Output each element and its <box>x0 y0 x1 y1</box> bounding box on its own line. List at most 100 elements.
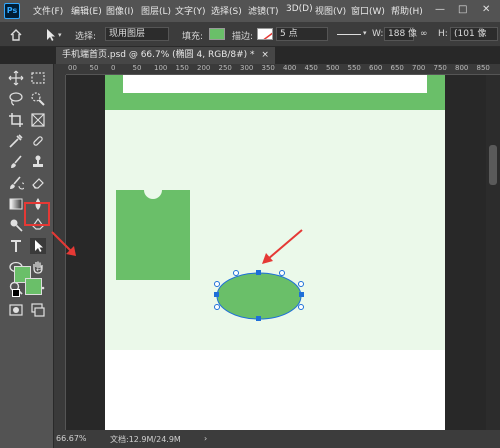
options-bar: ▾ 选择: 现用图层 填充: 描边: 5 点 ▾ W: 188 像 ∞ H: (… <box>0 22 500 47</box>
menu-3d[interactable]: 3D(D) <box>286 4 313 14</box>
quick-mask-icon[interactable] <box>8 302 24 318</box>
ruler-tick-label: 200 <box>197 64 211 72</box>
home-icon[interactable] <box>8 27 24 43</box>
menu-view[interactable]: 视图(V) <box>315 4 346 17</box>
anchor-point-bottom[interactable] <box>256 316 261 321</box>
background-color-swatch[interactable] <box>25 278 42 295</box>
handle-left-bottom[interactable] <box>214 304 220 310</box>
blur-tool-icon[interactable] <box>30 196 46 212</box>
swap-colors-icon[interactable]: ⇄ <box>36 264 43 273</box>
anchor-point-top[interactable] <box>256 270 261 275</box>
horizontal-ruler: 00 50 0 50 100 150 200 250 300 350 400 450 500 550 600… <box>66 64 500 75</box>
ruler-tick-label: 100 <box>154 64 168 72</box>
link-icon[interactable]: ∞ <box>420 29 428 39</box>
stroke-width-field[interactable]: 5 点 <box>276 27 328 41</box>
move-tool-icon[interactable] <box>8 70 24 86</box>
default-colors-icon[interactable] <box>12 289 20 297</box>
path-selection-tool-icon[interactable] <box>30 238 46 254</box>
ruler-tick-label: 400 <box>283 64 297 72</box>
select-label: 选择: <box>75 32 97 42</box>
history-brush-tool-icon[interactable] <box>8 175 24 191</box>
menu-window[interactable]: 窗口(W) <box>351 4 385 17</box>
ruler-tick-label: 350 <box>261 64 275 72</box>
scrollbar-thumb[interactable] <box>489 145 497 185</box>
marquee-tool-icon[interactable] <box>30 70 46 86</box>
brush-tool-icon[interactable] <box>8 154 24 170</box>
menu-help[interactable]: 帮助(H) <box>391 4 423 17</box>
crop-tool-icon[interactable] <box>8 112 24 128</box>
anchor-point-left[interactable] <box>214 292 219 297</box>
vertical-scrollbar[interactable] <box>486 75 500 430</box>
gradient-tool-icon[interactable] <box>8 196 24 212</box>
dodge-tool-icon[interactable] <box>8 217 24 233</box>
canvas-workspace[interactable] <box>66 75 486 430</box>
anchor-point-right[interactable] <box>299 292 304 297</box>
menu-layer[interactable]: 图层(L) <box>141 4 171 17</box>
document-tab-bar: 手机端首页.psd @ 66.7% (椭圆 4, RGB/8#) * × <box>54 47 500 64</box>
quick-select-tool-icon[interactable] <box>30 91 46 107</box>
ruler-tick-label: 600 <box>369 64 383 72</box>
ruler-tick-label: 500 <box>326 64 340 72</box>
screen-mode-icon[interactable] <box>30 302 46 318</box>
status-bar: 66.67% 文档:12.9M/24.9M › <box>54 430 500 448</box>
height-label: H: <box>438 29 448 39</box>
vertical-ruler <box>54 75 66 430</box>
ruler-tick-label: 650 <box>390 64 404 72</box>
handle-top-right[interactable] <box>279 270 285 276</box>
zoom-level[interactable]: 66.67% <box>56 434 87 443</box>
handle-left-top[interactable] <box>214 281 220 287</box>
eraser-tool-icon[interactable] <box>30 175 46 191</box>
stroke-color-swatch[interactable] <box>257 28 273 40</box>
pen-tool-icon[interactable] <box>30 217 46 233</box>
type-tool-icon[interactable] <box>8 238 24 254</box>
width-field[interactable]: 188 像 <box>384 27 417 41</box>
photoshop-window: Ps 文件(F) 编辑(E) 图像(I) 图层(L) 文字(Y) 选择(S) 滤… <box>0 0 500 448</box>
document-tab-title: 手机端首页.psd @ 66.7% (椭圆 4, RGB/8#) * <box>62 50 255 60</box>
menu-type[interactable]: 文字(Y) <box>175 4 206 17</box>
selected-ellipse[interactable] <box>216 272 302 320</box>
ruler-tick-label: 800 <box>455 64 469 72</box>
fill-label: 填充: <box>182 32 204 42</box>
menu-edit[interactable]: 编辑(E) <box>71 4 102 17</box>
document-tab[interactable]: 手机端首页.psd @ 66.7% (椭圆 4, RGB/8#) * × <box>56 47 275 64</box>
tools-panel: ⇄ <box>0 64 54 448</box>
ruler-tick-label: 850 <box>476 64 490 72</box>
stamp-tool-icon[interactable] <box>30 154 46 170</box>
lasso-tool-icon[interactable] <box>8 91 24 107</box>
frame-tool-icon[interactable] <box>30 112 46 128</box>
handle-right-top[interactable] <box>298 281 304 287</box>
height-field[interactable]: (101 像 <box>450 27 498 41</box>
menu-bar: Ps 文件(F) 编辑(E) 图像(I) 图层(L) 文字(Y) 选择(S) 滤… <box>0 0 500 22</box>
handle-top-left[interactable] <box>233 270 239 276</box>
stroke-type-line[interactable] <box>337 34 361 35</box>
ruler-tick-label: 250 <box>218 64 232 72</box>
chevron-down-icon[interactable]: ▾ <box>58 31 62 39</box>
minimize-button[interactable]: — <box>435 4 445 15</box>
eyedropper-tool-icon[interactable] <box>8 133 24 149</box>
menu-image[interactable]: 图像(I) <box>106 4 134 17</box>
select-dropdown[interactable]: 现用图层 <box>105 27 169 41</box>
ruler-tick-label: 700 <box>412 64 426 72</box>
photoshop-logo: Ps <box>4 3 20 19</box>
close-button[interactable]: ✕ <box>482 4 490 15</box>
width-label: W: <box>372 29 384 39</box>
path-select-arrow-icon[interactable] <box>42 27 58 43</box>
tab-close-icon[interactable]: × <box>261 50 269 60</box>
stroke-label: 描边: <box>232 32 254 42</box>
fill-color-swatch[interactable] <box>209 28 225 40</box>
healing-tool-icon[interactable] <box>30 133 46 149</box>
ruler-tick-label: 300 <box>240 64 254 72</box>
menu-select[interactable]: 选择(S) <box>211 4 242 17</box>
ruler-tick-label: 450 <box>304 64 318 72</box>
stroke-type-chevron-icon[interactable]: ▾ <box>363 29 367 37</box>
menu-filter[interactable]: 滤镜(T) <box>248 4 279 17</box>
ruler-tick-label: 50 <box>132 64 142 72</box>
ruler-tick-label: 750 <box>433 64 447 72</box>
maximize-button[interactable]: □ <box>458 4 467 15</box>
ruler-tick-label: 0 <box>111 64 116 72</box>
status-arrow-icon[interactable]: › <box>204 434 207 443</box>
ticket-shape[interactable] <box>116 190 190 280</box>
menu-file[interactable]: 文件(F) <box>33 4 63 17</box>
ruler-tick-label: 150 <box>175 64 189 72</box>
handle-right-bottom[interactable] <box>298 304 304 310</box>
